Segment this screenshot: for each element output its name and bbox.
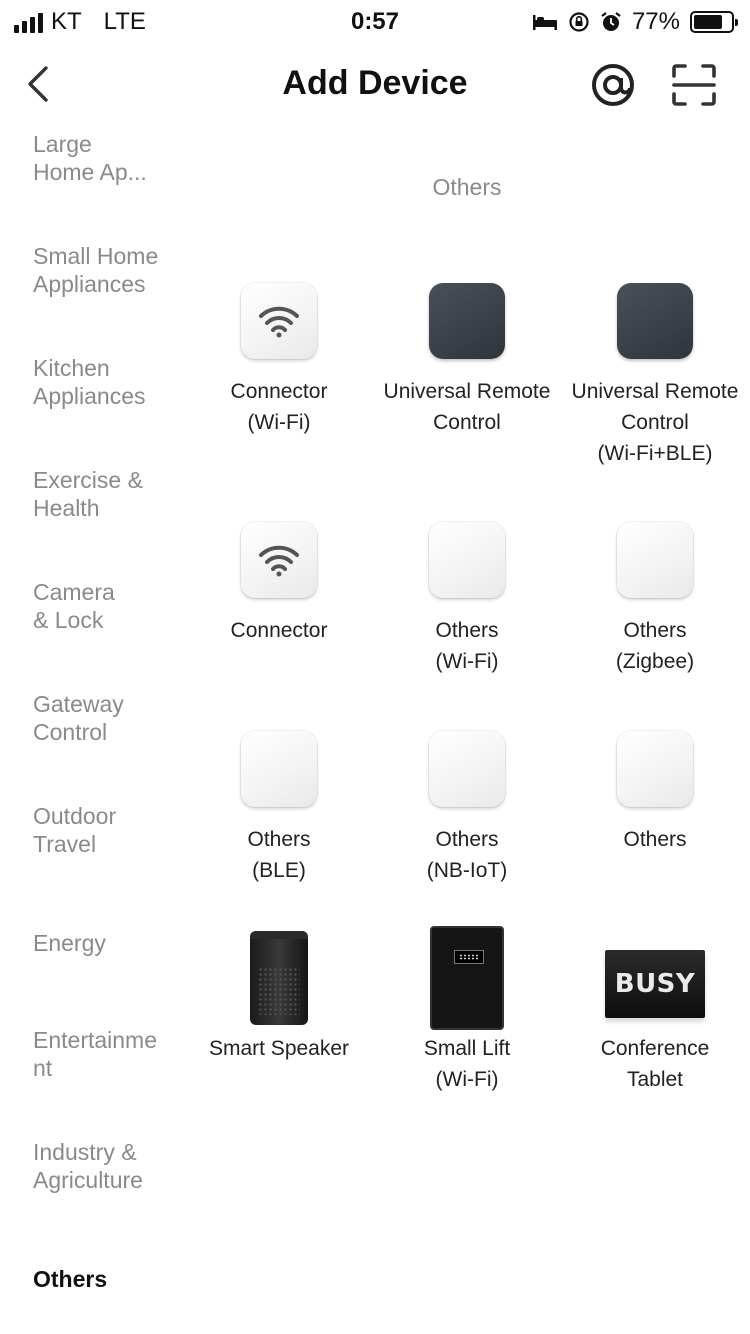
device-label: Tablet xyxy=(626,1068,684,1091)
rotation-lock-icon xyxy=(569,12,589,32)
device-others-nb-iot[interactable]: Others (NB-IoT) xyxy=(373,714,561,886)
sidebar-item-large-home-appliances[interactable]: Large Home Ap... xyxy=(33,130,183,186)
section-title: Others xyxy=(432,174,502,200)
device-connector-wifi[interactable]: Connector (Wi-Fi) xyxy=(185,266,373,438)
sidebar-item-others[interactable]: Others xyxy=(33,1265,183,1293)
device-label: Control xyxy=(621,411,689,434)
device-small-lift-wifi[interactable]: Small Lift (Wi-Fi) xyxy=(373,923,561,1095)
busy-sign-icon: BUSY xyxy=(605,950,705,1018)
sidebar-item-label: Outdoor Travel xyxy=(33,803,117,857)
device-label: Others xyxy=(435,619,499,642)
blank-tile-icon xyxy=(617,522,693,598)
device-universal-remote-control[interactable]: Universal Remote Control xyxy=(373,266,561,438)
device-label: Smart Speaker xyxy=(208,1037,350,1060)
wifi-tile-icon xyxy=(241,283,317,359)
device-label: (Zigbee) xyxy=(615,650,695,673)
sidebar-item-label: Energy xyxy=(33,930,106,956)
sidebar-item-gateway-control[interactable]: Gateway Control xyxy=(33,690,143,746)
wifi-tile-icon xyxy=(241,522,317,598)
sidebar-item-label: Industry & Agriculture xyxy=(33,1139,143,1193)
sidebar-item-energy[interactable]: Energy xyxy=(33,929,183,957)
sidebar-item-label: Exercise & Health xyxy=(33,467,143,521)
device-label: (Wi-Fi) xyxy=(247,411,311,434)
page-title: Add Device xyxy=(282,64,468,102)
device-label: Connector xyxy=(230,380,328,403)
device-universal-remote-control-wifi-ble[interactable]: Universal Remote Control (Wi-Fi+BLE) xyxy=(561,266,749,469)
blank-tile-icon xyxy=(429,522,505,598)
blank-tile-icon xyxy=(617,731,693,807)
device-label: Others xyxy=(247,828,311,851)
sidebar-item-label: Camera & Lock xyxy=(33,579,115,633)
bed-icon xyxy=(532,15,557,30)
device-others[interactable]: Others xyxy=(561,714,749,855)
sidebar-item-entertainment[interactable]: Entertainment xyxy=(33,1026,161,1082)
battery-icon xyxy=(690,11,738,33)
sidebar-item-label: Others xyxy=(33,1266,108,1292)
status-bar: KT LTE 0:57 77% xyxy=(0,0,750,40)
device-label: Control xyxy=(433,411,501,434)
device-label: Others xyxy=(623,828,687,851)
at-sign-icon[interactable] xyxy=(590,62,636,108)
sidebar-item-camera-lock[interactable]: Camera & Lock xyxy=(33,578,133,634)
alarm-icon xyxy=(601,12,621,31)
device-label: (NB-IoT) xyxy=(426,859,508,882)
device-connector[interactable]: Connector xyxy=(185,505,373,646)
status-right: 77% xyxy=(532,8,738,36)
device-label: Others xyxy=(435,828,499,851)
device-smart-speaker[interactable]: Smart Speaker xyxy=(185,923,373,1064)
sidebar-item-small-home-appliances[interactable]: Small Home Appliances xyxy=(33,242,183,298)
blank-tile-icon xyxy=(429,731,505,807)
device-label: (Wi-Fi+BLE) xyxy=(597,442,713,465)
sidebar-item-kitchen-appliances[interactable]: Kitchen Appliances xyxy=(33,354,183,410)
device-label: Connector xyxy=(230,619,328,642)
sidebar-item-label: Gateway Control xyxy=(33,691,124,745)
sidebar-item-label: Small Home Appliances xyxy=(33,243,159,297)
device-label: (Wi-Fi) xyxy=(435,650,499,673)
device-conference-tablet[interactable]: BUSY Conference Tablet xyxy=(561,923,749,1095)
device-label: Universal Remote xyxy=(571,380,739,403)
blank-tile-icon xyxy=(241,731,317,807)
device-label: (Wi-Fi) xyxy=(435,1068,499,1091)
device-label: Others xyxy=(623,619,687,642)
busy-sign-text: BUSY xyxy=(614,969,696,999)
device-others-zigbee[interactable]: Others (Zigbee) xyxy=(561,505,749,677)
sidebar-item-industry-agriculture[interactable]: Industry & Agriculture xyxy=(33,1138,163,1194)
sidebar-item-outdoor-travel[interactable]: Outdoor Travel xyxy=(33,802,143,858)
dark-tile-icon xyxy=(617,283,693,359)
scan-icon[interactable] xyxy=(670,62,718,108)
battery-percent: 77% xyxy=(631,8,680,35)
sidebar-item-exercise-health[interactable]: Exercise & Health xyxy=(33,466,143,522)
device-label: Conference xyxy=(600,1037,710,1060)
device-label: (BLE) xyxy=(252,859,306,882)
device-others-wifi[interactable]: Others (Wi-Fi) xyxy=(373,505,561,677)
dark-tile-icon xyxy=(429,283,505,359)
device-others-ble[interactable]: Others (BLE) xyxy=(185,714,373,886)
smart-speaker-icon xyxy=(250,931,308,1025)
sidebar-item-label: Large Home Ap... xyxy=(33,131,147,185)
sidebar-item-label: Entertainment xyxy=(33,1027,158,1081)
device-label: Small Lift xyxy=(423,1037,511,1060)
sidebar-item-label: Kitchen Appliances xyxy=(33,355,146,409)
safe-box-icon xyxy=(430,926,504,1030)
navigation-bar: Add Device xyxy=(0,40,750,128)
device-label: Universal Remote xyxy=(383,380,551,403)
battery-fill xyxy=(694,15,722,29)
